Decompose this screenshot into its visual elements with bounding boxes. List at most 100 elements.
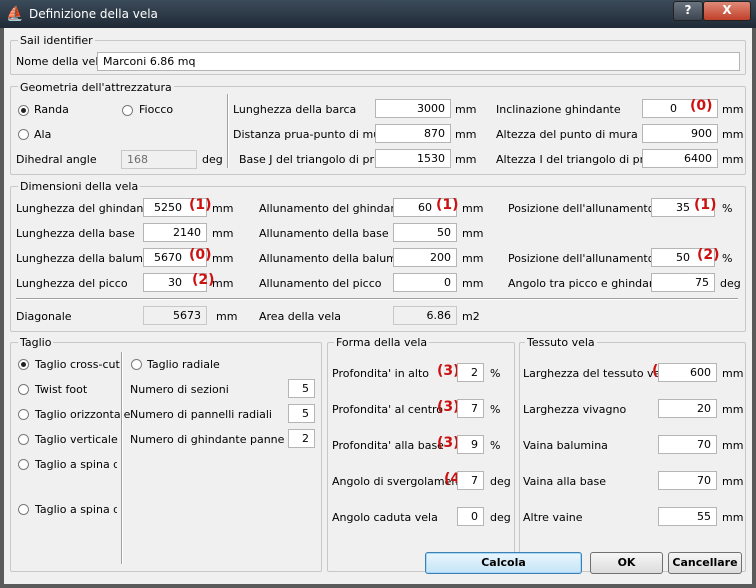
all-picco-field[interactable]: 0	[393, 273, 457, 292]
taglio-option-2-radio[interactable]	[18, 409, 29, 420]
pos-all-1-marker: (1)	[694, 197, 717, 213]
geometry-separator	[227, 94, 229, 168]
taglio-option-4-radio[interactable]	[18, 459, 29, 470]
lung-ghindante-label: Lunghezza del ghindante	[16, 202, 155, 215]
help-button[interactable]: ?	[673, 1, 703, 21]
taglio-option-2-label: Taglio orizzontale	[35, 408, 131, 421]
taglio-option-0-label: Taglio cross-cut	[35, 358, 120, 371]
forma-row-0-label: Profondita' in alto	[332, 367, 430, 380]
all-picco-label: Allunamento del picco	[259, 277, 382, 290]
taglio-radiale-label: Taglio radiale	[147, 358, 220, 371]
tessuto-row-3-field[interactable]: 70	[658, 471, 717, 490]
tessuto-row-4-field[interactable]: 55	[658, 507, 717, 526]
radio-ala-label: Ala	[34, 128, 52, 141]
all-base-label: Allunamento della base	[259, 227, 389, 240]
cancel-button[interactable]: Cancellare	[668, 552, 742, 574]
diagonale-unit: mm	[216, 310, 238, 323]
all-ghindante-label: Allunamento del ghindante	[259, 202, 409, 215]
ok-button[interactable]: OK	[590, 552, 663, 574]
lunghezza-barca-label: Lunghezza della barca	[233, 103, 357, 116]
all-base-unit: mm	[462, 227, 484, 240]
dimensions-title: Dimensioni della vela	[18, 180, 141, 193]
area-unit: m2	[462, 310, 480, 323]
altezza-mura-unit: mm	[722, 128, 744, 141]
dihedral-label: Dihedral angle	[16, 153, 97, 166]
taglio-group	[10, 342, 322, 572]
forma-row-0-unit: %	[490, 367, 501, 380]
sail-icon: ⛵	[6, 6, 24, 22]
angolo-picco-label: Angolo tra picco e ghindante	[508, 277, 667, 290]
all-ghindante-unit: mm	[462, 202, 484, 215]
base-j-field[interactable]: 1530	[375, 149, 451, 168]
all-balumina-label: Allunamento della balumina	[259, 252, 414, 265]
altezza-mura-label: Altezza del punto di mura	[496, 128, 638, 141]
radio-randa-label: Randa	[34, 103, 69, 116]
tessuto-row-2-field[interactable]: 70	[658, 435, 717, 454]
all-base-field[interactable]: 50	[393, 223, 457, 242]
radio-randa[interactable]	[18, 105, 29, 116]
taglio-separator	[121, 352, 123, 564]
all-picco-unit: mm	[462, 277, 484, 290]
radio-fiocco[interactable]	[122, 105, 133, 116]
num-pannelli-field[interactable]: 5	[288, 404, 315, 423]
tessuto-row-1-unit: mm	[722, 403, 744, 416]
inclinazione-unit: mm	[722, 103, 744, 116]
tessuto-row-2-label: Vaina balumina	[523, 439, 608, 452]
base-j-unit: mm	[455, 153, 477, 166]
lung-base-field[interactable]: 2140	[143, 223, 207, 242]
tessuto-row-1-field[interactable]: 20	[658, 399, 717, 418]
forma-row-2-field[interactable]: 9	[457, 435, 484, 454]
sail-name-label: Nome della vela	[16, 55, 106, 68]
forma-row-1-field[interactable]: 7	[457, 399, 484, 418]
num-sezioni-label: Numero di sezioni	[130, 383, 229, 396]
taglio-option-1-radio[interactable]	[18, 384, 29, 395]
radio-fiocco-label: Fiocco	[139, 103, 174, 116]
pos-all-2-marker: (2)	[697, 247, 720, 263]
taglio-option-5-radio[interactable]	[18, 504, 29, 515]
altezza-i-unit: mm	[722, 153, 744, 166]
taglio-radiale-radio[interactable]	[131, 359, 142, 370]
taglio-option-3-radio[interactable]	[18, 434, 29, 445]
all-balumina-field[interactable]: 200	[393, 248, 457, 267]
radio-ala[interactable]	[18, 129, 29, 140]
taglio-option-1-label: Twist foot	[35, 383, 88, 396]
altezza-mura-field[interactable]: 900	[642, 124, 718, 143]
taglio-option-0-radio[interactable]	[18, 359, 29, 370]
num-pannelli-label: Numero di pannelli radiali	[130, 408, 272, 421]
forma-row-2-unit: %	[490, 439, 501, 452]
taglio-title: Taglio	[18, 336, 54, 349]
all-ghindante-marker: (1)	[436, 197, 459, 213]
calcola-button[interactable]: Calcola	[425, 552, 582, 574]
base-j-label: Base J del triangolo di prua	[239, 153, 388, 166]
lung-ghindante-marker: (1)	[189, 197, 212, 213]
inclinazione-marker: (0)	[690, 98, 713, 114]
tessuto-row-4-label: Altre vaine	[523, 511, 583, 524]
close-button[interactable]: X	[703, 1, 751, 21]
lung-balumina-marker: (0)	[189, 247, 212, 263]
lung-balumina-label: Lunghezza della balumina	[16, 252, 160, 265]
forma-row-4-field[interactable]: 0	[457, 507, 484, 526]
forma-row-0-field[interactable]: 2	[457, 363, 484, 382]
distanza-field[interactable]: 870	[375, 124, 451, 143]
window-title: Definizione della vela	[29, 7, 158, 21]
distanza-unit: mm	[455, 128, 477, 141]
pos-all-2-label: Posizione dell'allunamento	[508, 252, 655, 265]
dihedral-field: 168	[121, 150, 197, 169]
diagonale-label: Diagonale	[16, 310, 72, 323]
taglio-option-4-label: Taglio a spina di p	[35, 458, 117, 471]
lung-picco-label: Lunghezza del picco	[16, 277, 128, 290]
lunghezza-barca-field[interactable]: 3000	[375, 99, 451, 118]
forma-row-3-field[interactable]: 7	[457, 471, 484, 490]
altezza-i-field[interactable]: 6400	[642, 149, 718, 168]
sail-name-field[interactable]: Marconi 6.86 mq	[97, 52, 740, 71]
num-sezioni-field[interactable]: 5	[288, 379, 315, 398]
title-bar: ⛵ Definizione della vela ? X	[0, 0, 756, 28]
forma-row-1-unit: %	[490, 403, 501, 416]
tessuto-title: Tessuto vela	[525, 336, 597, 349]
lunghezza-barca-unit: mm	[455, 103, 477, 116]
tessuto-row-0-field[interactable]: 600	[658, 363, 717, 382]
angolo-picco-field[interactable]: 75	[651, 273, 715, 292]
tessuto-row-0-unit: mm	[722, 367, 744, 380]
all-balumina-unit: mm	[462, 252, 484, 265]
num-ghindante-field[interactable]: 2	[288, 429, 315, 448]
